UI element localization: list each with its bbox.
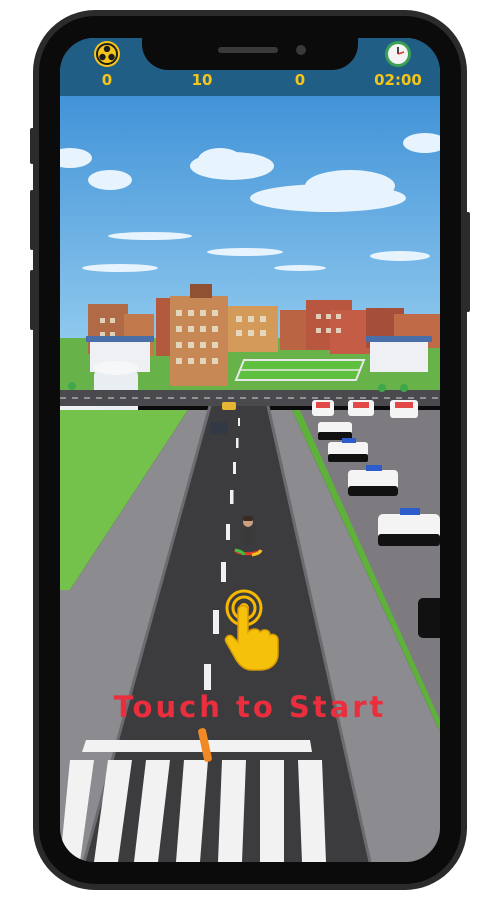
cross-street: [60, 390, 440, 406]
distant-taxi: [222, 402, 236, 410]
biohazard-count: 0: [101, 71, 113, 89]
police-station-right: [370, 338, 428, 372]
count-value: 0: [294, 71, 306, 89]
biohazard-icon: [94, 41, 120, 67]
stop-line: [82, 740, 312, 752]
notch-speaker: [218, 47, 278, 53]
game-screen[interactable]: 0 10 0 02:00 Touch to Start: [60, 38, 440, 862]
timer-value: 02:00: [374, 71, 422, 89]
touch-to-start-prompt[interactable]: Touch to Start: [60, 690, 440, 724]
game-scene[interactable]: [60, 38, 440, 862]
tap-hand-icon[interactable]: [224, 588, 280, 672]
side-button-left-mid: [30, 190, 34, 250]
clock-icon: [385, 41, 411, 67]
side-button-left-top: [30, 128, 34, 164]
side-button-left-low: [30, 270, 34, 330]
phone-notch: [142, 38, 358, 70]
notch-camera: [296, 45, 306, 55]
side-button-right: [466, 212, 470, 312]
distant-car: [210, 422, 228, 434]
score-value: 10: [191, 71, 213, 89]
